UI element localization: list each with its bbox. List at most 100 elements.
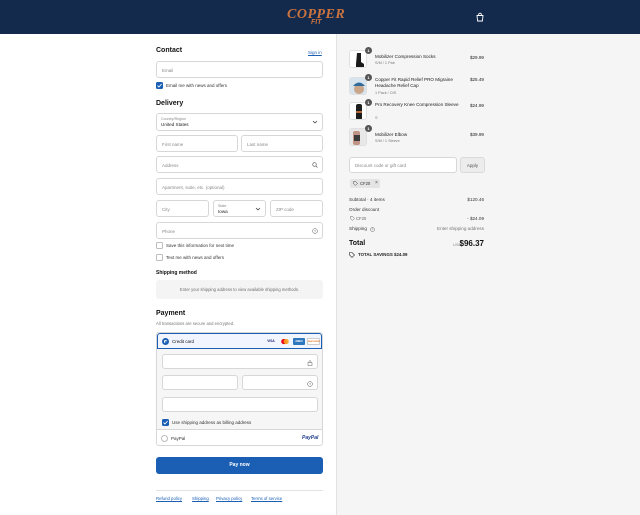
phone-field[interactable]: Phone ? — [156, 222, 323, 239]
order-discount-value: - $24.09 — [467, 216, 484, 221]
shipping-value: Enter shipping address — [437, 226, 484, 231]
product-thumbnail — [349, 77, 367, 95]
order-discount-code: CF20 — [356, 216, 367, 221]
svg-text:?: ? — [314, 229, 316, 233]
paypal-logo: PayPal — [302, 435, 319, 441]
pay-now-button[interactable]: Pay now — [156, 457, 323, 474]
email-placeholder: Email — [162, 67, 174, 73]
shipping-method-heading: Shipping method — [156, 270, 197, 276]
help-icon[interactable]: ? — [312, 228, 318, 234]
state-label: State — [218, 203, 227, 208]
text-opt-in-label: Text me with news and offers — [166, 255, 224, 260]
discover-icon: DISCOVER — [307, 338, 320, 345]
amex-icon: AMEX — [293, 338, 305, 345]
city-placeholder: City — [162, 206, 170, 212]
svg-text:?: ? — [309, 382, 311, 386]
phone-placeholder: Phone — [162, 228, 176, 234]
item-price: $25.49 — [469, 77, 484, 82]
item-price: $29.99 — [469, 55, 484, 60]
item-variant: S/M / 1 Sleeve — [375, 139, 400, 143]
cart-icon[interactable] — [475, 12, 485, 22]
product-thumbnail — [349, 128, 367, 146]
item-variant: S/M / 1 Pair — [375, 61, 395, 65]
privacy-policy-link[interactable]: Privacy policy — [216, 496, 242, 501]
mastercard-icon — [279, 338, 291, 345]
last-name-field[interactable]: Last name — [241, 135, 323, 152]
paypal-label: PayPal — [171, 436, 186, 441]
state-value: Iowa — [218, 209, 228, 214]
credit-card-radio[interactable] — [162, 338, 169, 345]
chevron-down-icon — [312, 120, 318, 124]
search-icon — [312, 162, 318, 168]
email-opt-in-label: Email me with news and offers — [166, 83, 227, 88]
apply-discount-button[interactable]: Apply — [460, 157, 485, 173]
tag-icon — [350, 216, 355, 221]
shipping-label: Shipping — [349, 226, 367, 231]
discount-code-label: CF20 — [360, 181, 371, 186]
total-value: $96.37 — [459, 239, 484, 248]
delivery-heading: Delivery — [156, 100, 184, 107]
name-on-card-field[interactable] — [162, 397, 318, 412]
city-field[interactable]: City — [156, 200, 209, 217]
paypal-radio[interactable] — [161, 435, 168, 442]
save-info-checkbox[interactable] — [156, 242, 163, 249]
item-name: Mobilizer Compression Socks — [375, 54, 436, 59]
security-code-field[interactable]: ? — [242, 375, 318, 390]
remove-discount-icon[interactable]: × — [375, 180, 378, 186]
zip-placeholder: ZIP code — [276, 206, 294, 212]
contact-heading: Contact — [156, 47, 183, 54]
copper-fit-logo[interactable]: COPPER FIT — [287, 6, 353, 28]
sign-in-link[interactable]: Sign in — [308, 50, 322, 55]
tag-icon — [349, 252, 355, 258]
help-icon[interactable]: ? — [307, 380, 313, 387]
check-icon — [163, 420, 168, 425]
payment-methods: Credit card VISA AMEX DISCOVER ? Use shi… — [156, 332, 323, 446]
svg-text:?: ? — [372, 228, 374, 232]
billing-same-label: Use shipping address as billing address — [172, 420, 252, 425]
address-field[interactable]: Address — [156, 156, 323, 173]
email-opt-in-checkbox[interactable] — [156, 82, 163, 89]
total-label: Total — [349, 240, 366, 247]
state-select[interactable]: State Iowa — [213, 200, 266, 217]
tag-icon — [353, 181, 358, 186]
quantity-badge: 1 — [365, 47, 372, 54]
logo-sub: FIT — [311, 19, 322, 26]
item-price: $24.99 — [469, 103, 484, 108]
lock-icon — [307, 359, 313, 366]
discount-code-placeholder: Discount code or gift card — [355, 163, 407, 168]
card-number-field[interactable] — [162, 354, 318, 369]
first-name-placeholder: First name — [162, 141, 184, 147]
item-variant: 1 Pack / O/S — [375, 91, 397, 95]
item-variant: S — [375, 116, 378, 120]
country-value: United States — [161, 122, 189, 127]
paypal-option[interactable]: PayPal PayPal — [157, 429, 322, 446]
zip-field[interactable]: ZIP code — [270, 200, 323, 217]
visa-icon: VISA — [267, 339, 275, 343]
expiration-date-field[interactable] — [162, 375, 238, 390]
subtotal-value: $120.46 — [467, 197, 484, 202]
payment-heading: Payment — [156, 310, 186, 317]
country-label: Country/Region — [161, 116, 186, 121]
item-price: $39.99 — [469, 132, 484, 137]
discount-code-field[interactable]: Discount code or gift card — [349, 157, 457, 173]
subtotal-label: Subtotal · 4 items — [349, 197, 385, 202]
first-name-field[interactable]: First name — [156, 135, 238, 152]
product-thumbnail — [349, 50, 367, 68]
applied-discount-tag: CF20 × — [350, 179, 380, 188]
refund-policy-link[interactable]: Refund policy — [156, 496, 182, 501]
text-opt-in-checkbox[interactable] — [156, 254, 163, 261]
apartment-field[interactable]: Apartment, suite, etc. (optional) — [156, 178, 323, 195]
save-info-label: Save this information for next time — [166, 243, 235, 248]
credit-card-option[interactable]: Credit card VISA AMEX DISCOVER — [157, 333, 322, 349]
total-savings: TOTAL SAVINGS $24.09 — [358, 252, 408, 257]
apartment-placeholder: Apartment, suite, etc. (optional) — [162, 184, 225, 190]
billing-same-checkbox[interactable] — [162, 419, 169, 426]
shipping-link[interactable]: Shipping — [192, 496, 209, 501]
terms-of-service-link[interactable]: Terms of service — [251, 496, 282, 501]
country-select[interactable]: Country/Region United States — [156, 113, 323, 131]
quantity-badge: 1 — [365, 74, 372, 81]
email-field[interactable]: Email — [156, 61, 323, 78]
item-name: Mobilizer Elbow — [375, 132, 408, 137]
product-thumbnail — [349, 102, 367, 120]
help-icon[interactable]: ? — [370, 227, 375, 232]
